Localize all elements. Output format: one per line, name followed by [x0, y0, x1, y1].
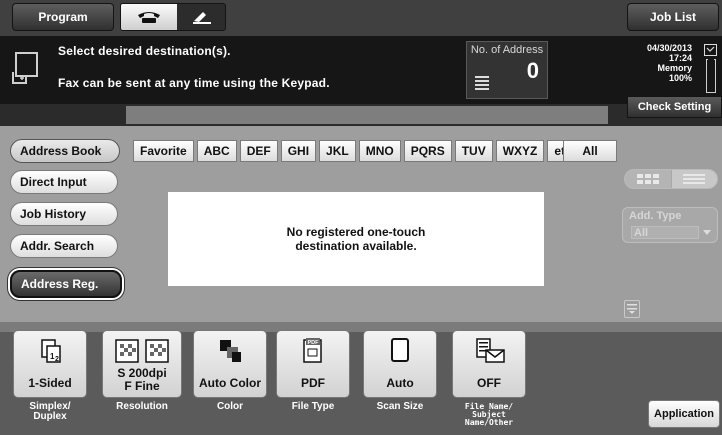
- address-list-icon: [475, 76, 489, 90]
- instruction-line-1: Select desired destination(s).: [58, 44, 231, 58]
- page-list-icon: [627, 304, 637, 314]
- memory-gauge-fill: [708, 59, 714, 91]
- resolution-caption: Resolution: [116, 401, 168, 412]
- status-area: 04/30/2013 17:24 Memory 100%: [626, 41, 722, 97]
- phone-mode-tab[interactable]: [121, 4, 177, 30]
- simplex-duplex-icon: 1 2: [41, 339, 61, 363]
- tab-jkl[interactable]: JKL: [319, 140, 356, 162]
- color-button[interactable]: Auto Color: [193, 330, 267, 398]
- sidebar-item-job-history[interactable]: Job History: [10, 202, 118, 226]
- svg-text:PDF: PDF: [308, 340, 320, 346]
- add-type-value: All: [631, 226, 699, 239]
- tab-wxyz[interactable]: WXYZ: [495, 140, 545, 162]
- scan-size-value: Auto: [386, 376, 414, 390]
- sidebar-item-addr-search[interactable]: Addr. Search: [10, 234, 118, 258]
- sidebar-item-address-book[interactable]: Address Book: [10, 139, 120, 163]
- scan-size-caption: Scan Size: [376, 401, 424, 412]
- view-toggle: [624, 169, 718, 189]
- grid-view-button[interactable]: [625, 170, 672, 188]
- program-button[interactable]: Program: [12, 3, 114, 31]
- time-text: 17:24: [668, 53, 692, 63]
- list-view-icon: [683, 174, 706, 184]
- job-list-button[interactable]: Job List: [627, 3, 719, 31]
- empty-message-line-1: No registered one-touch: [286, 225, 426, 239]
- file-name-caption-line-3: Name/Other: [464, 418, 514, 427]
- fax-scan-screen: Program Job List Select desired destinat…: [0, 0, 722, 435]
- color-caption: Color: [216, 401, 244, 412]
- resolution-icon: [115, 339, 169, 363]
- fax-handset-icon: [193, 12, 211, 24]
- color-value: Auto Color: [199, 376, 261, 390]
- resolution-button[interactable]: S 200dpi F Fine: [102, 330, 182, 398]
- address-count-value: 0: [526, 58, 539, 83]
- file-name-subject-value: OFF: [477, 376, 501, 390]
- file-type-button[interactable]: PDF PDF: [276, 330, 350, 398]
- sidebar-item-direct-input[interactable]: Direct Input: [10, 170, 118, 194]
- resolution-fax-value: F Fine: [124, 379, 160, 393]
- color-icon: [220, 340, 241, 362]
- date-text: 04/30/2013: [646, 43, 692, 53]
- tab-favorite[interactable]: Favorite: [133, 140, 194, 162]
- chevron-down-icon: [703, 230, 711, 235]
- address-count-label: No. of Address: [470, 44, 544, 56]
- tab-ghi[interactable]: GHI: [280, 140, 317, 162]
- sidebar-item-address-reg[interactable]: Address Reg.: [10, 270, 122, 298]
- destination-list: No registered one-touch destination avai…: [168, 192, 544, 286]
- resolution-scan-value: S 200dpi: [117, 366, 167, 380]
- mode-tabs: [120, 3, 226, 31]
- phone-icon: [138, 12, 160, 23]
- pdf-file-icon: PDF: [303, 338, 322, 363]
- address-count-box: No. of Address 0: [466, 41, 548, 99]
- top-bar: Program Job List: [0, 0, 722, 36]
- message-area: Select desired destination(s). Fax can b…: [0, 36, 722, 104]
- destination-display-field: [126, 106, 608, 124]
- file-type-caption: File Type: [291, 401, 335, 412]
- tab-abc[interactable]: ABC: [196, 140, 237, 162]
- scroll-button[interactable]: [624, 300, 640, 318]
- svg-text:2: 2: [55, 356, 59, 363]
- fax-document-icon: [12, 52, 38, 84]
- add-type-label: Add. Type: [629, 210, 682, 222]
- empty-message-line-2: destination available.: [295, 239, 417, 253]
- memory-percent: 100%: [668, 73, 692, 83]
- tab-pqrs[interactable]: PQRS: [403, 140, 452, 162]
- memory-gauge: [706, 59, 716, 93]
- add-type-dropdown[interactable]: Add. Type All: [622, 207, 718, 243]
- instruction-line-2: Fax can be sent at any time using the Ke…: [58, 76, 330, 90]
- application-button[interactable]: Application: [648, 400, 720, 428]
- tab-def[interactable]: DEF: [239, 140, 278, 162]
- index-tabs: Favorite ABC DEF GHI JKL MNO PQRS TUV WX…: [133, 140, 579, 162]
- grid-view-icon: [636, 174, 659, 184]
- hdd-icon: [704, 44, 717, 56]
- tab-tuv[interactable]: TUV: [454, 140, 493, 162]
- simplex-duplex-caption: Simplex/ Duplex: [29, 401, 71, 422]
- file-name-subject-icon: [476, 338, 505, 363]
- tab-mno[interactable]: MNO: [358, 140, 401, 162]
- simplex-duplex-value: 1-Sided: [28, 376, 72, 390]
- scan-size-button[interactable]: Auto: [363, 330, 437, 398]
- fax-handset-tab[interactable]: [178, 4, 225, 30]
- tab-all[interactable]: All: [563, 140, 617, 162]
- scan-size-icon: [391, 338, 409, 362]
- memory-label: Memory: [657, 63, 692, 73]
- file-name-subject-button[interactable]: OFF: [452, 330, 526, 398]
- check-setting-button[interactable]: Check Setting: [627, 96, 722, 118]
- simplex-duplex-button[interactable]: 1 2 1-Sided: [13, 330, 87, 398]
- file-type-value: PDF: [301, 376, 325, 390]
- list-view-button[interactable]: [672, 170, 718, 188]
